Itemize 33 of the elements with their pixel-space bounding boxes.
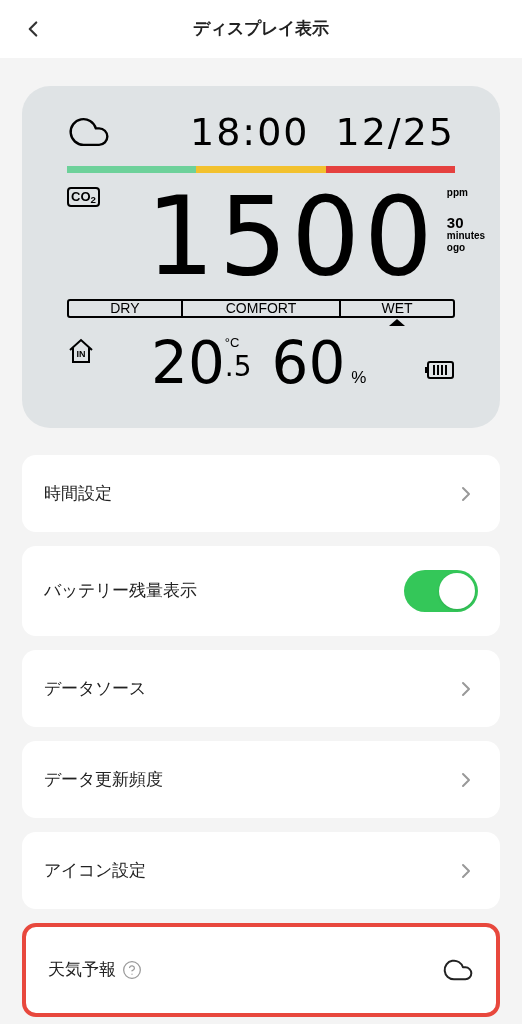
unit-label: ppm bbox=[446, 187, 469, 199]
minutes-reading: 30 bbox=[446, 215, 465, 230]
time-reading: 18:00 bbox=[189, 113, 310, 151]
minutes-label: minutes bbox=[446, 230, 486, 242]
settings-row[interactable]: アイコン設定 bbox=[22, 832, 500, 909]
settings-row[interactable]: バッテリー残量表示 bbox=[22, 546, 500, 636]
co2-reading: 1500 bbox=[145, 187, 437, 287]
indoor-label: IN bbox=[76, 347, 86, 361]
setting-label: データソース bbox=[44, 677, 146, 700]
toggle-switch[interactable] bbox=[404, 570, 478, 612]
ago-label: ogo bbox=[446, 242, 467, 254]
setting-label: 時間設定 bbox=[44, 482, 112, 505]
co2-label: CO$_{2}$ bbox=[67, 187, 100, 207]
settings-row[interactable]: データ更新頻度 bbox=[22, 741, 500, 818]
temperature-reading: 20 bbox=[151, 336, 225, 390]
temperature-unit: °C bbox=[224, 336, 241, 350]
temperature-decimal: .5 bbox=[224, 350, 252, 383]
humidity-scale-label: WET bbox=[381, 301, 413, 316]
humidity-scale-label: COMFORT bbox=[225, 301, 297, 316]
setting-label: データ更新頻度 bbox=[44, 768, 163, 791]
help-icon[interactable] bbox=[122, 960, 142, 980]
setting-label: バッテリー残量表示 bbox=[44, 580, 197, 603]
humidity-unit: % bbox=[351, 366, 367, 389]
battery-icon bbox=[425, 360, 455, 380]
settings-row[interactable]: 天気予報 bbox=[22, 923, 500, 1017]
humidity-reading: 60 bbox=[271, 336, 346, 390]
humidity-scale-label: DRY bbox=[110, 301, 140, 316]
settings-row[interactable]: データソース bbox=[22, 650, 500, 727]
setting-label: 天気予報 bbox=[48, 959, 116, 982]
setting-label: アイコン設定 bbox=[44, 859, 146, 882]
settings-row[interactable]: 時間設定 bbox=[22, 455, 500, 532]
date-reading: 12/25 bbox=[335, 113, 455, 151]
page-title: ディスプレイ表示 bbox=[193, 18, 329, 41]
